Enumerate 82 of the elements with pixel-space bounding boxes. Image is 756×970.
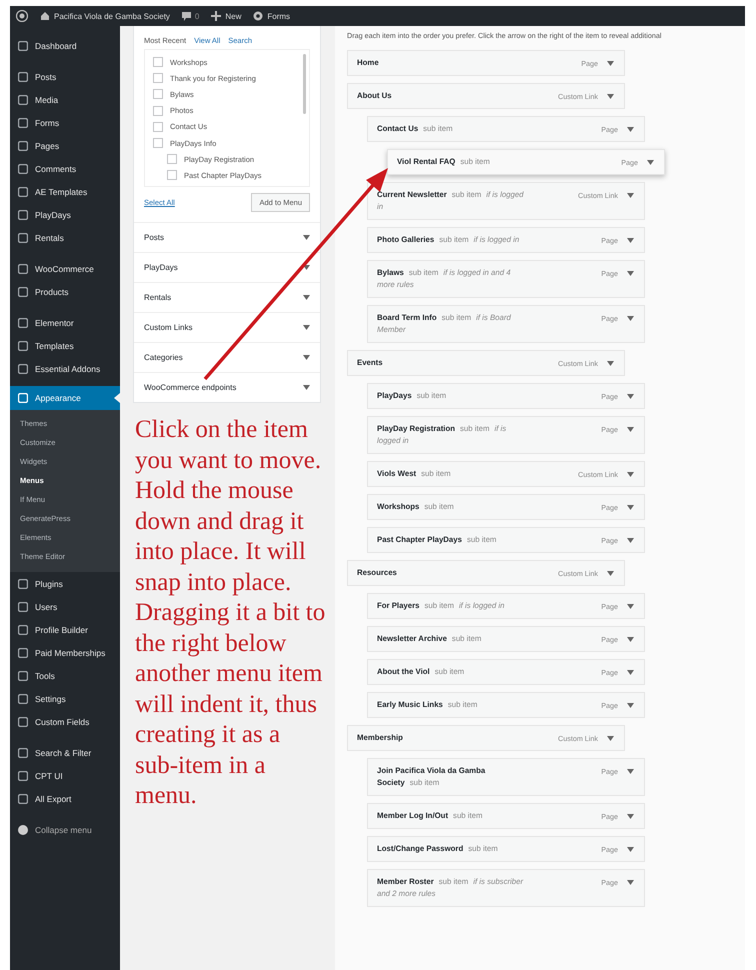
sidebar-item[interactable]: Posts <box>10 65 120 88</box>
accordion-section[interactable]: Posts <box>134 222 320 252</box>
caret-icon[interactable] <box>607 60 614 66</box>
sidebar-item[interactable]: AE Templates <box>10 180 120 203</box>
sidebar-item[interactable]: Products <box>10 280 120 303</box>
caret-icon[interactable] <box>627 504 634 510</box>
sidebar-item[interactable]: Comments <box>10 157 120 180</box>
sidebar-item[interactable]: Appearance <box>10 386 120 410</box>
triangle-icon <box>114 393 120 403</box>
caret-icon[interactable] <box>627 846 634 852</box>
annotation-text: Click on the item you want to move. Hold the mouse down and drag it into place. It will snap into place. Dragging it a bit to the right below another menu item will indent it, thus creating it as a sub-item in a menu. <box>135 415 326 811</box>
checkbox[interactable] <box>153 57 163 68</box>
sidebar-item[interactable]: Essential Addons <box>10 357 120 380</box>
plus-icon <box>211 11 222 21</box>
caret-icon[interactable] <box>627 670 634 674</box>
sidebar-item[interactable]: CPT UI <box>10 764 120 787</box>
sidebar-item[interactable]: PlayDays <box>10 203 120 226</box>
caret-icon[interactable] <box>607 570 614 576</box>
caret-icon[interactable] <box>627 604 634 608</box>
comments-link[interactable]: 0 <box>182 12 200 20</box>
sidebar-item[interactable]: Elementor <box>10 311 120 334</box>
sidebar-item[interactable]: Users <box>10 595 120 618</box>
accordion-section[interactable]: Custom Links <box>134 312 320 342</box>
speech-bubble-icon <box>182 12 191 20</box>
caret-icon[interactable] <box>627 702 634 708</box>
site-name-link[interactable]: Pacifica Viola de Gamba Society <box>40 11 170 21</box>
caret-icon[interactable] <box>627 880 634 884</box>
checkbox[interactable] <box>153 106 163 116</box>
accordion-section[interactable]: PlayDays <box>134 252 320 282</box>
sidebar-item[interactable]: Dashboard <box>10 34 120 57</box>
sidebar-item[interactable]: All Export <box>10 787 120 810</box>
checkbox[interactable] <box>167 154 177 164</box>
house-icon <box>40 11 50 21</box>
caret-icon[interactable] <box>303 295 310 300</box>
caret-icon[interactable] <box>607 360 614 366</box>
caret-icon[interactable] <box>647 160 654 164</box>
caret-icon[interactable] <box>607 94 614 98</box>
checkbox[interactable] <box>153 122 163 132</box>
sidebar-item[interactable]: WooCommerce <box>10 257 120 280</box>
checkbox[interactable] <box>153 138 163 148</box>
caret-icon[interactable] <box>627 426 634 432</box>
circle-icon <box>18 824 28 834</box>
sidebar-item[interactable]: Search & Filter <box>10 741 120 764</box>
accordion-section[interactable]: Categories <box>134 342 320 372</box>
caret-icon[interactable] <box>627 126 634 132</box>
caret-icon[interactable] <box>627 768 634 774</box>
new-link[interactable]: New <box>211 11 242 21</box>
caret-icon[interactable] <box>303 235 310 240</box>
sidebar-item[interactable]: Profile Builder <box>10 618 120 641</box>
scrollbar-thumb[interactable] <box>303 54 306 114</box>
caret-icon[interactable] <box>627 538 634 542</box>
forms-link[interactable]: Forms <box>253 11 290 21</box>
sidebar-item[interactable]: Plugins <box>10 572 120 595</box>
caret-icon[interactable] <box>627 316 634 320</box>
caret-icon[interactable] <box>627 238 634 242</box>
caret-icon[interactable] <box>627 394 634 398</box>
caret-icon[interactable] <box>303 385 310 390</box>
sidebar-item[interactable]: Settings <box>10 687 120 710</box>
sidebar-item[interactable]: Paid Memberships <box>10 641 120 664</box>
sidebar-item[interactable]: Forms <box>10 111 120 134</box>
checkbox[interactable] <box>153 73 163 84</box>
accordion-section[interactable]: Rentals <box>134 282 320 312</box>
caret-icon[interactable] <box>627 814 634 818</box>
caret-icon[interactable] <box>627 472 634 476</box>
accordion-section[interactable]: WooCommerce endpoints <box>134 372 320 402</box>
logo-icon <box>16 10 28 22</box>
sidebar-item[interactable]: Tools <box>10 664 120 687</box>
caret-icon[interactable] <box>627 636 634 642</box>
caret-icon[interactable] <box>607 736 614 740</box>
sidebar-item[interactable]: Templates <box>10 334 120 357</box>
caret-icon[interactable] <box>303 265 310 270</box>
caret-icon[interactable] <box>627 270 634 276</box>
checkbox[interactable] <box>153 89 163 100</box>
collapse-menu-button[interactable]: Collapse menu <box>10 818 120 841</box>
checkbox[interactable] <box>167 170 177 180</box>
sidebar-item[interactable]: Media <box>10 88 120 111</box>
caret-icon[interactable] <box>303 355 310 360</box>
sidebar-item[interactable]: Pages <box>10 134 120 157</box>
sidebar-item[interactable]: Rentals <box>10 226 120 249</box>
sidebar-item[interactable]: Custom Fields <box>10 710 120 733</box>
caret-icon[interactable] <box>303 325 310 330</box>
caret-icon[interactable] <box>627 192 634 198</box>
